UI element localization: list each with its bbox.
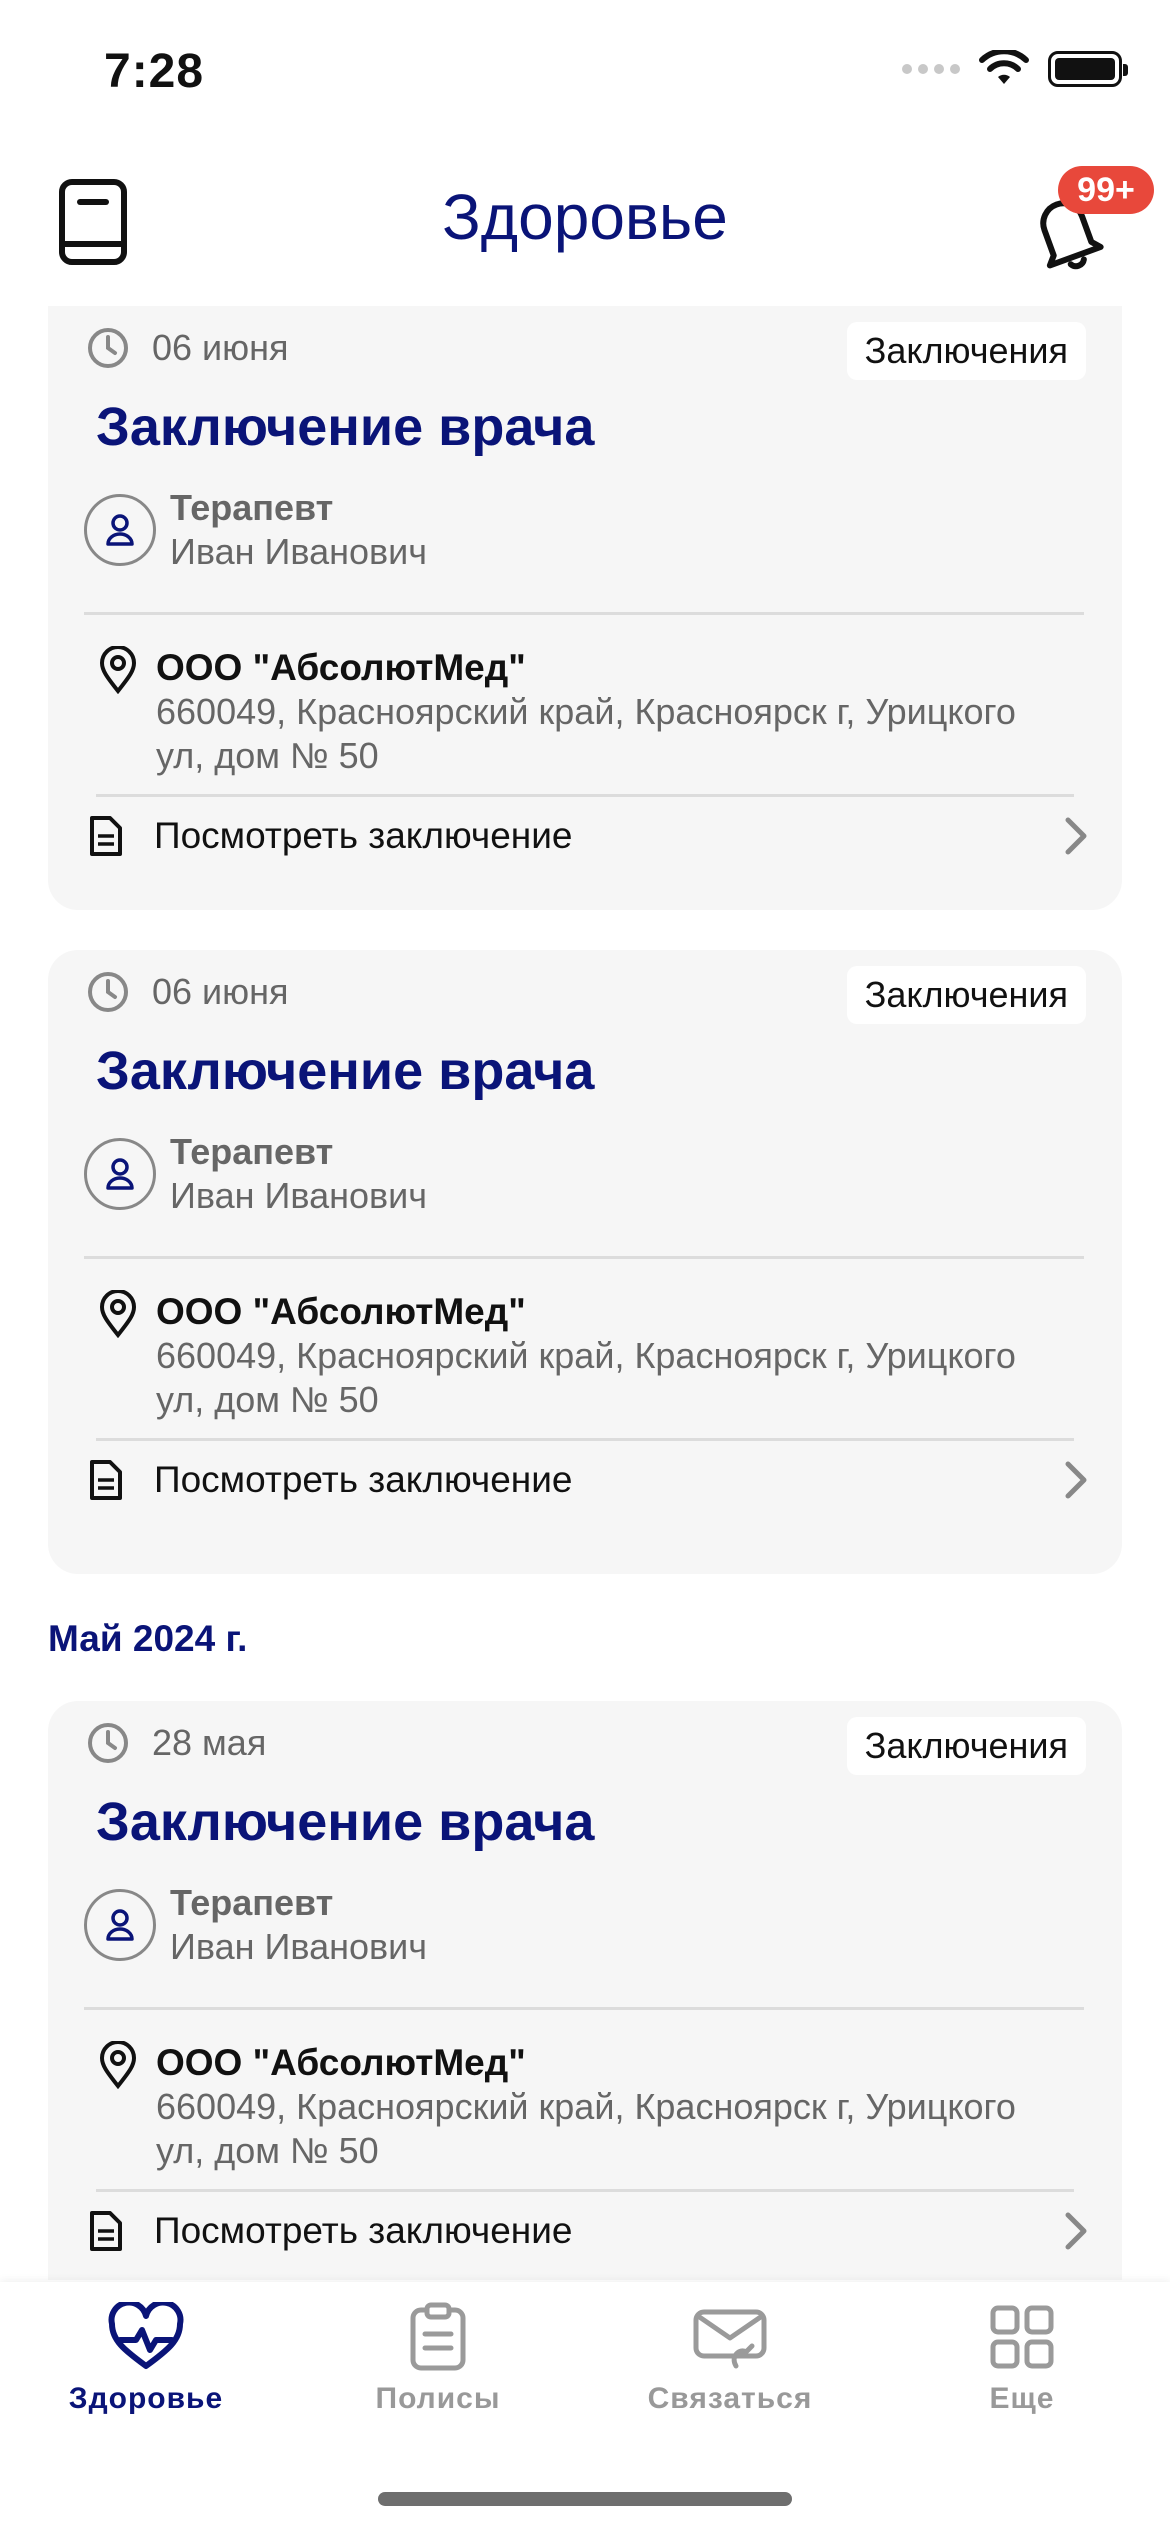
clinic-address: 660049, Красноярский край, Красноярск г,… [156,1335,1016,1420]
wifi-icon [979,50,1029,84]
location-pin-icon [99,1290,137,1338]
page-title: Здоровье [442,181,728,253]
divider [96,2189,1074,2192]
location-pin-icon [99,646,137,694]
clinic-address: 660049, Красноярский край, Красноярск г,… [156,2086,1016,2171]
clinic-name: ООО "АбсолютМед" [156,1291,526,1332]
divider [84,612,1084,615]
clock-icon [88,972,128,1012]
doctor-avatar-icon [84,1138,156,1210]
tab-contact[interactable]: Связаться [620,2302,840,2416]
tab-more[interactable]: Еще [912,2302,1132,2416]
conclusion-card[interactable]: 06 июня Заключения Заключение врача Тера… [48,950,1122,1574]
doctor-row: Терапевт Иван Иванович [84,486,427,574]
view-conclusion-link[interactable]: Посмотреть заключение [88,2201,1088,2261]
view-conclusion-label: Посмотреть заключение [154,2210,573,2251]
clock-icon [88,328,128,368]
doctor-name: Иван Иванович [170,531,428,572]
card-title: Заключение врача [96,1041,595,1101]
chevron-right-icon [1065,2212,1087,2250]
document-icon [90,1460,122,1500]
status-bar: 7:28 [0,0,1170,140]
doctor-avatar-icon [84,494,156,566]
phone-mail-icon [693,2309,767,2369]
document-icon [90,816,122,856]
battery-icon [1048,51,1128,87]
clinic-row: ООО "АбсолютМед" 660049, Красноярский кр… [98,1290,1056,1422]
chevron-right-icon [1065,817,1087,855]
divider [84,2007,1084,2010]
clinic-name: ООО "АбсолютМед" [156,647,526,688]
view-conclusion-label: Посмотреть заключение [154,815,573,856]
divider [96,1438,1074,1441]
section-title-may: Май 2024 г. [48,1618,248,1659]
tab-label: Связаться [647,2382,813,2415]
divider [96,794,1074,797]
status-icons [902,50,1128,88]
conclusion-card[interactable]: 28 мая Заключения Заключение врача Терап… [48,1701,1122,2280]
card-date-row: 06 июня [86,326,289,370]
tab-label: Здоровье [68,2382,224,2415]
doctor-row: Терапевт Иван Иванович [84,1130,427,1218]
tab-health[interactable]: Здоровье [36,2302,256,2416]
card-date: 06 июня [152,327,289,368]
category-tag: Заключения [846,966,1086,1024]
chevron-right-icon [1065,1461,1087,1499]
category-tag: Заключения [846,1717,1086,1775]
health-feed[interactable]: 06 июня Заключения Заключение врача Тера… [0,306,1170,2280]
grid-icon [990,2305,1054,2369]
doctor-name: Иван Иванович [170,1175,428,1216]
card-date-row: 28 мая [86,1721,266,1765]
tab-label: Полисы [375,2382,501,2415]
view-conclusion-label: Посмотреть заключение [154,1459,573,1500]
card-title: Заключение врача [96,397,595,457]
doctor-name: Иван Иванович [170,1926,428,1967]
clinic-name: ООО "АбсолютМед" [156,2042,526,2083]
app-header: Здоровье [0,150,1170,300]
heart-pulse-icon [108,2302,184,2369]
doctor-role: Терапевт [170,1882,334,1923]
clinic-address: 660049, Красноярский край, Красноярск г,… [156,691,1016,776]
divider [84,1256,1084,1259]
card-date-row: 06 июня [86,970,289,1014]
document-icon [90,2211,122,2251]
location-pin-icon [99,2041,137,2089]
status-time: 7:28 [104,45,205,98]
tab-label: Еще [989,2382,1055,2415]
clipboard-icon [410,2302,466,2371]
category-tag: Заключения [846,322,1086,380]
signal-icon [902,64,960,74]
home-indicator[interactable] [378,2492,792,2506]
view-conclusion-link[interactable]: Посмотреть заключение [88,806,1088,866]
view-conclusion-link[interactable]: Посмотреть заключение [88,1450,1088,1510]
card-date: 28 мая [152,1722,267,1763]
tab-policies[interactable]: Полисы [328,2302,548,2416]
doctor-role: Терапевт [170,487,334,528]
clinic-row: ООО "АбсолютМед" 660049, Красноярский кр… [98,2041,1056,2173]
notification-badge: 99+ [1058,166,1154,214]
clinic-row: ООО "АбсолютМед" 660049, Красноярский кр… [98,646,1056,778]
conclusion-card[interactable]: 06 июня Заключения Заключение врача Тера… [48,306,1122,910]
card-title: Заключение врача [96,1792,595,1852]
doctor-role: Терапевт [170,1131,334,1172]
card-date: 06 июня [152,971,289,1012]
doctor-row: Терапевт Иван Иванович [84,1881,427,1969]
clock-icon [88,1723,128,1763]
doctor-avatar-icon [84,1889,156,1961]
